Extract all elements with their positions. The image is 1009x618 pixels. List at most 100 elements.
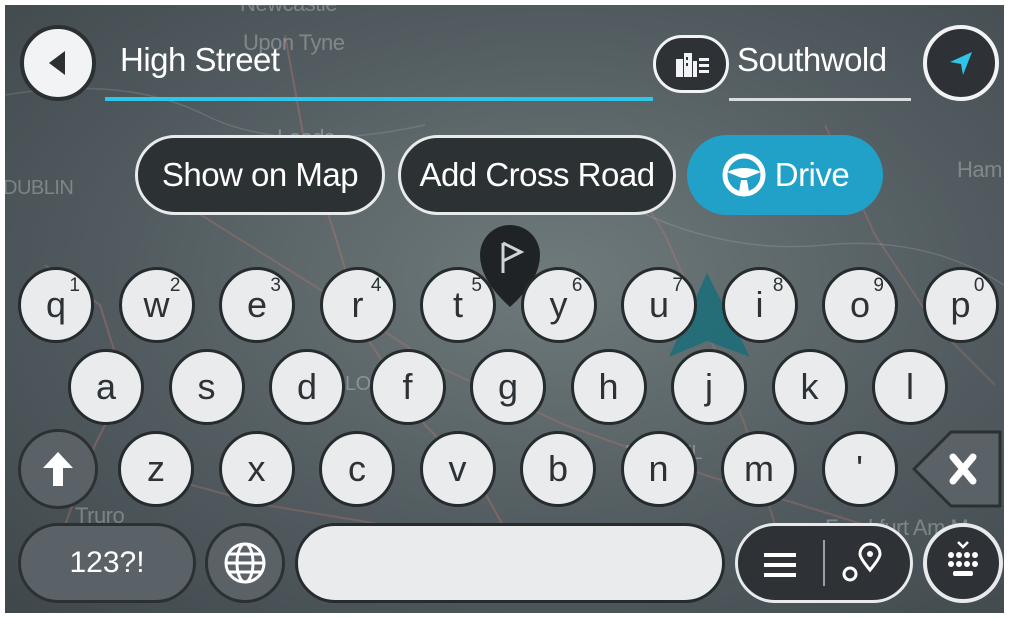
key-char: t — [452, 284, 463, 325]
key-number-hint: 2 — [169, 275, 181, 296]
key-v[interactable]: v — [419, 431, 496, 507]
key-l[interactable]: l — [872, 349, 948, 425]
map-label: DUBLIN — [5, 177, 74, 199]
key-number-hint: 8 — [772, 275, 784, 296]
steering-wheel-icon — [722, 153, 766, 197]
key-number-hint: 5 — [471, 275, 482, 296]
key-number-hint: 3 — [270, 275, 281, 296]
key-f[interactable]: f — [369, 349, 446, 425]
key-char: h — [598, 366, 619, 407]
street-search-field[interactable]: High Street — [105, 33, 653, 101]
key-char: f — [402, 366, 413, 407]
back-button[interactable] — [20, 25, 96, 101]
key-char: k — [800, 366, 819, 407]
key-p[interactable]: p0 — [922, 267, 999, 343]
key-char: o — [849, 284, 871, 325]
current-location-button[interactable] — [923, 25, 999, 101]
key-apostrophe[interactable]: ' — [821, 431, 898, 507]
key-char: x — [247, 448, 266, 489]
map-label: Ham — [957, 157, 1002, 182]
symbols-key-label: 123?! — [69, 546, 145, 579]
key-char: d — [296, 366, 318, 407]
key-char: p — [950, 284, 971, 325]
key-w[interactable]: w2 — [118, 267, 195, 343]
navigation-arrow-icon — [950, 52, 972, 75]
street-search-input[interactable]: High Street — [120, 41, 280, 79]
show-on-map-button[interactable]: Show on Map — [135, 135, 385, 215]
backspace-key[interactable] — [911, 429, 1003, 509]
key-h[interactable]: h — [570, 349, 647, 425]
map-label: Newcastle — [240, 5, 337, 17]
results-view-toggle[interactable] — [735, 523, 913, 603]
key-b[interactable]: b — [520, 431, 596, 507]
add-cross-road-button[interactable]: Add Cross Road — [398, 135, 676, 215]
key-j[interactable]: j — [671, 349, 747, 425]
nav-screen: Newcastle Upon Tyne Leeds DUBLIN Ham LON… — [5, 5, 1004, 613]
key-char: s — [197, 366, 216, 407]
key-z[interactable]: z — [118, 431, 194, 507]
key-number-hint: 9 — [873, 275, 884, 296]
key-q[interactable]: q1 — [18, 267, 94, 343]
area-field-underline — [729, 98, 911, 101]
area-field[interactable]: Southwold — [729, 33, 911, 101]
key-char: m — [744, 448, 774, 489]
key-a[interactable]: a — [68, 349, 144, 425]
key-char: v — [448, 448, 467, 489]
key-x[interactable]: x — [218, 431, 295, 507]
key-number-hint: 1 — [69, 275, 80, 296]
show-on-map-label: Show on Map — [161, 156, 359, 193]
key-o[interactable]: o9 — [822, 267, 898, 343]
map-pins-icon[interactable] — [838, 540, 888, 586]
key-n[interactable]: n — [620, 431, 697, 507]
key-c[interactable]: c — [319, 431, 395, 507]
shift-key[interactable] — [18, 429, 98, 509]
key-char: u — [648, 284, 670, 325]
key-m[interactable]: m — [721, 431, 797, 507]
key-g[interactable]: g — [470, 349, 546, 425]
key-number-hint: 6 — [571, 275, 583, 296]
key-t[interactable]: t5 — [420, 267, 496, 343]
list-view-icon[interactable] — [760, 550, 800, 580]
drive-button[interactable]: Drive — [687, 135, 883, 215]
key-char: i — [755, 284, 764, 325]
key-e[interactable]: e3 — [219, 267, 295, 343]
globe-icon — [224, 542, 266, 584]
key-char: e — [246, 284, 268, 325]
toggle-divider — [823, 540, 825, 586]
key-u[interactable]: u7 — [621, 267, 697, 343]
key-char: ' — [856, 448, 863, 489]
symbols-key[interactable]: 123?! — [18, 523, 196, 603]
key-d[interactable]: d — [269, 349, 345, 425]
key-char: w — [143, 284, 170, 325]
key-number-hint: 7 — [672, 275, 683, 296]
space-key[interactable] — [295, 523, 725, 603]
search-field-underline — [105, 97, 653, 101]
key-number-hint: 0 — [973, 275, 985, 296]
area-name: Southwold — [737, 41, 887, 78]
key-char: j — [705, 366, 713, 407]
key-i[interactable]: i8 — [721, 267, 798, 343]
shift-arrow-icon — [43, 452, 73, 486]
key-y[interactable]: y6 — [520, 267, 597, 343]
keyboard-hide-button[interactable] — [923, 523, 1003, 603]
back-arrow-icon — [49, 51, 65, 75]
key-char: c — [348, 448, 366, 489]
city-area-button[interactable] — [653, 35, 729, 93]
key-char: a — [95, 366, 117, 407]
key-char: q — [45, 284, 67, 325]
keyboard-icon — [948, 541, 978, 576]
backspace-icon — [912, 430, 1002, 508]
key-s[interactable]: s — [168, 349, 245, 425]
key-char: l — [906, 366, 914, 407]
key-char: n — [648, 448, 669, 489]
drive-label: Drive — [774, 156, 850, 193]
key-char: g — [497, 366, 519, 407]
language-key[interactable] — [205, 523, 285, 603]
key-r[interactable]: r4 — [319, 267, 396, 343]
key-char: b — [547, 448, 569, 489]
key-char: y — [549, 284, 568, 325]
key-k[interactable]: k — [771, 349, 848, 425]
key-char: z — [147, 448, 165, 489]
key-number-hint: 4 — [370, 275, 382, 296]
key-char: r — [351, 284, 364, 325]
